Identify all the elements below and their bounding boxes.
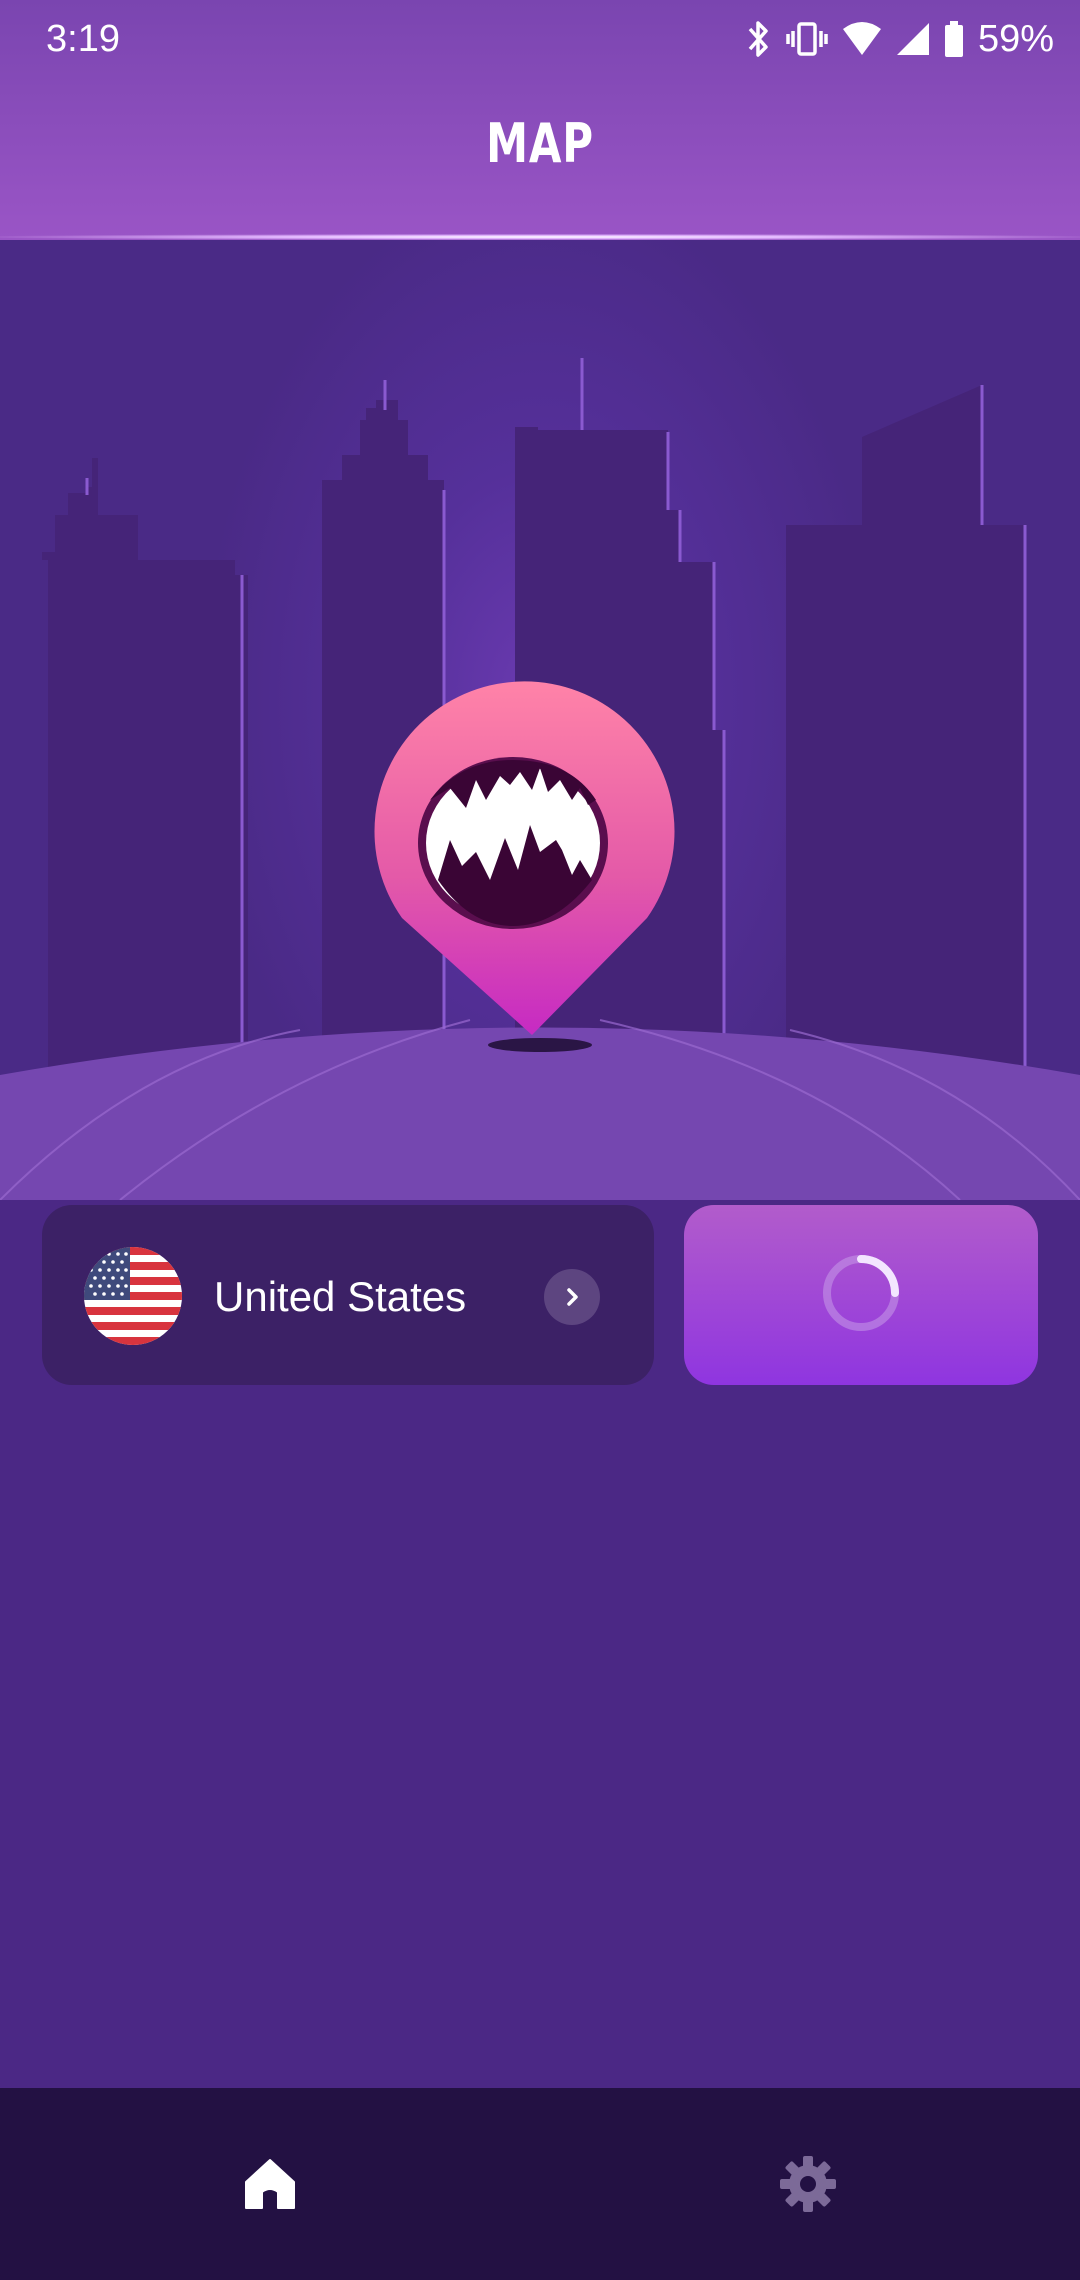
bottom-navigation	[0, 2088, 1080, 2280]
city-skyline	[0, 358, 1080, 1200]
gear-icon[interactable]	[778, 2154, 838, 2214]
app-header: 3:19 59% MAP	[0, 0, 1080, 240]
cell-signal-icon	[896, 21, 930, 57]
loading-spinner-icon	[819, 1251, 903, 1340]
battery-percentage: 59%	[977, 17, 1054, 60]
battery-icon	[944, 20, 964, 58]
status-bar: 3:19 59%	[0, 0, 1080, 80]
status-time: 3:19	[46, 18, 120, 60]
vibrate-icon	[786, 19, 828, 59]
chevron-right-icon[interactable]	[544, 1269, 600, 1325]
location-country-label: United States	[214, 1273, 467, 1320]
us-flag-icon	[84, 1247, 182, 1345]
bluetooth-icon	[746, 19, 772, 59]
status-icons: 59%	[746, 14, 1054, 64]
location-selector[interactable]: United States	[42, 1205, 654, 1385]
page-title: MAP	[486, 112, 594, 175]
wifi-icon	[842, 21, 882, 57]
city-illustration	[0, 240, 1080, 1200]
home-icon[interactable]	[240, 2154, 300, 2214]
connect-button[interactable]	[684, 1205, 1038, 1385]
